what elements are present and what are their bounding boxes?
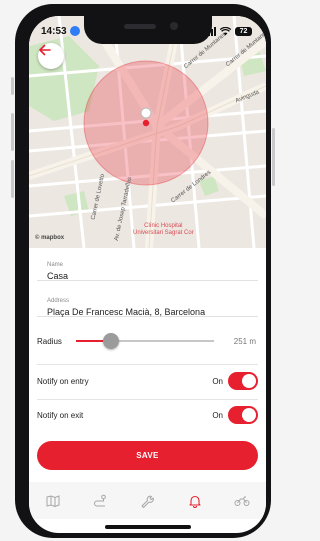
tab-maintenance[interactable] [137,491,157,511]
phone-screen: 14:53 72 Carrer de Muntaner Carrer de Mu… [29,16,266,533]
map-streets [29,16,266,248]
tab-alerts[interactable] [185,491,205,511]
save-button[interactable]: SAVE [37,441,258,470]
wrench-icon [141,495,155,508]
power-button [272,128,275,186]
radius-label: Radius [37,336,62,346]
address-field[interactable]: Address Plaça De Francesc Macià, 8, Barc… [37,284,258,317]
map-icon [46,494,60,507]
notify-exit-toggle[interactable] [228,406,258,424]
home-indicator [105,525,191,529]
tab-map[interactable] [43,491,63,511]
tab-vehicle[interactable] [232,491,252,511]
address-value: Plaça De Francesc Macià, 8, Barcelona [47,307,206,317]
wifi-icon [220,26,231,35]
back-button[interactable] [38,43,64,69]
notify-entry-state: On [212,376,223,386]
arrow-left-icon [39,44,51,56]
bell-icon [189,495,201,508]
route-icon [94,494,106,506]
map-view[interactable]: Carrer de Muntaner Carrer de Muntaner Av… [29,16,266,248]
radius-value: 251 m [233,336,256,346]
divider [37,364,258,365]
status-time: 14:53 [41,25,67,37]
battery-icon: 72 [235,26,252,36]
notify-exit-label: Notify on exit [37,410,84,420]
mapbox-attribution: © mapbox [35,235,65,241]
volume-up-button [11,113,14,151]
notify-entry-label: Notify on entry [37,376,89,386]
name-label: Name [47,262,64,268]
location-arrow-icon [69,26,80,36]
tab-routes[interactable] [90,491,110,511]
radius-slider-thumb[interactable] [102,333,119,349]
radius-row: Radius 251 m [37,326,258,356]
volume-down-button [11,160,14,198]
notify-exit-state: On [212,410,223,420]
name-value: Casa [47,271,69,281]
radius-slider[interactable] [76,333,214,349]
name-field[interactable]: Name Casa [37,248,258,281]
motorbike-icon [234,496,250,506]
hospital-label: Clínic Hospital Universitari Sagrat Cor [133,223,194,236]
address-label: Address [47,298,70,304]
notify-entry-toggle[interactable] [228,372,258,390]
signal-icon [205,26,216,36]
notify-entry-row: Notify on entry On [37,366,258,396]
status-bar: 14:53 72 [29,16,266,46]
notify-exit-row: Notify on exit On [37,400,258,430]
location-pin [142,119,150,127]
tab-bar [29,482,266,519]
silent-switch [11,77,14,95]
